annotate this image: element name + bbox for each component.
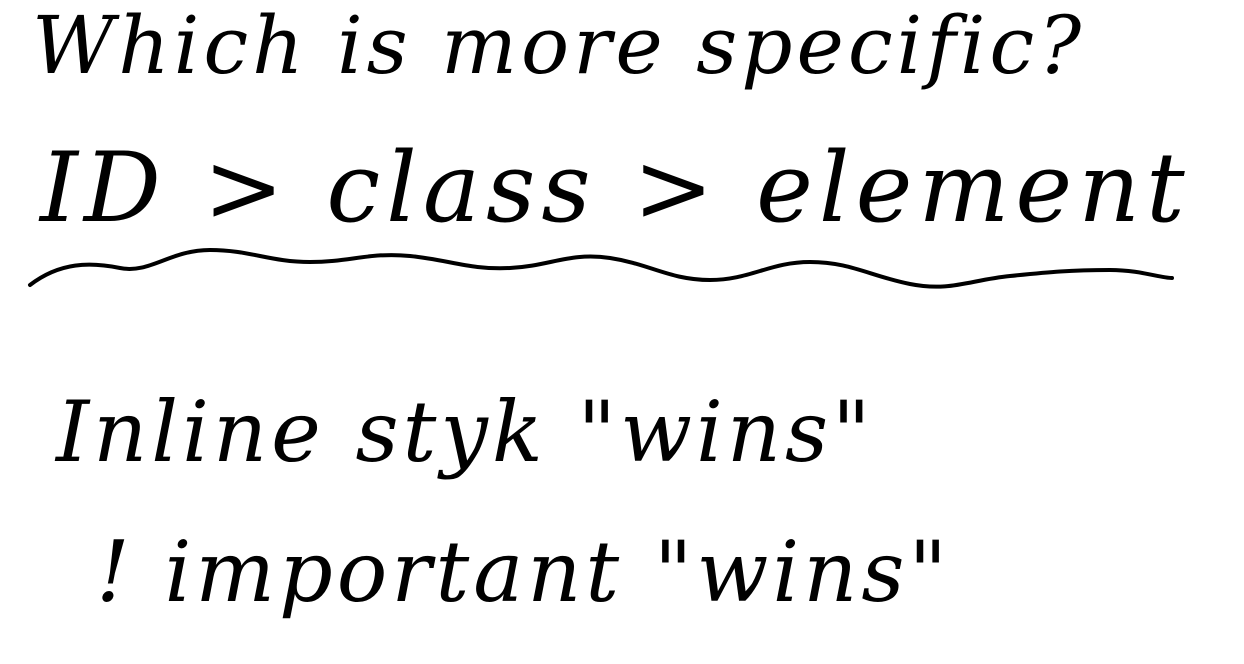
important-rule-text: ! important "wins" [96, 523, 952, 621]
inline-style-rule-text: Inline styk "wins" [56, 383, 875, 481]
whiteboard-canvas: Which is more specific? ID > class > ele… [0, 0, 1244, 664]
